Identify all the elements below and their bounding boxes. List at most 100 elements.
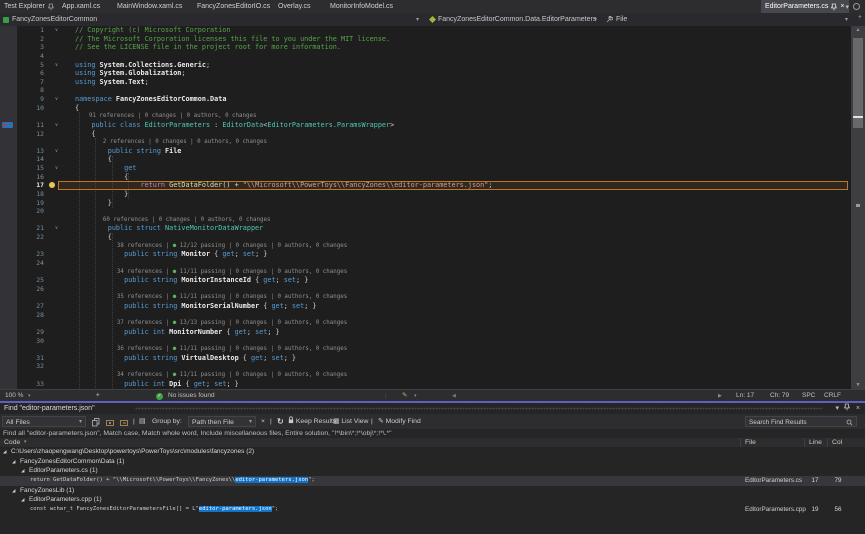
- type-dropdown-label: FancyZonesEditorCommon.Data.EditorParame…: [438, 16, 596, 23]
- column-divider[interactable]: [804, 438, 805, 447]
- code-editor[interactable]: 1∨// Copyright (c) Microsoft Corporation…: [0, 26, 851, 389]
- window-position-chevron-icon[interactable]: ▾: [835, 403, 839, 414]
- column-line[interactable]: Line: [809, 438, 822, 447]
- tab-editorparameters-cs[interactable]: EditorParameters.cs ×: [761, 0, 849, 13]
- tab-fancyzoneseditorio-cs[interactable]: FancyZonesEditorIO.cs: [193, 0, 274, 13]
- scroll-down-icon[interactable]: ▼: [851, 382, 865, 388]
- line-number: 15: [0, 164, 44, 173]
- list-view-button[interactable]: ▦ List View: [333, 416, 368, 427]
- code-text: // See the LICENSE file in the project r…: [75, 43, 341, 52]
- chevron-down-icon[interactable]: ▾: [24, 438, 27, 447]
- codelens-row: 2 references | 0 changes | 0 authors, 0 …: [0, 138, 851, 147]
- tab-options-icon[interactable]: [853, 0, 860, 13]
- tree-expander-icon[interactable]: ◢: [21, 495, 24, 505]
- line-number: 5: [0, 61, 44, 70]
- column-col[interactable]: Col: [832, 438, 842, 447]
- codelens-row: 35 references | ● 11/11 passing | 0 chan…: [0, 293, 851, 302]
- fold-chevron-icon[interactable]: ∨: [55, 147, 58, 156]
- tab-app-xaml-cs[interactable]: App.xaml.cs: [58, 0, 104, 13]
- group-by-dropdown[interactable]: Path then File▾: [188, 416, 256, 427]
- code-line: 28: [0, 311, 851, 320]
- tab-test-explorer[interactable]: Test Explorer: [0, 0, 58, 13]
- find-group-row[interactable]: ◢FancyZonesEditorCommon\Data (1): [0, 457, 865, 467]
- column-divider[interactable]: [827, 438, 828, 447]
- fold-chevron-icon[interactable]: ∨: [55, 121, 58, 130]
- expand-all-icon[interactable]: [106, 416, 115, 427]
- search-find-results-input[interactable]: Search Find Results: [745, 416, 857, 427]
- code-line: 22 {: [0, 233, 851, 242]
- find-result-col: 79: [829, 476, 847, 486]
- margin-annotation-icon[interactable]: [2, 122, 13, 129]
- titlebar-grip[interactable]: [135, 407, 823, 410]
- tree-expander-icon[interactable]: ◢: [3, 447, 6, 457]
- code-text: using System.Text;: [75, 78, 149, 87]
- find-results-header: Code ▾ File Line Col: [0, 438, 865, 447]
- pin-icon[interactable]: [48, 3, 54, 11]
- tab-mainwindow-xaml-cs[interactable]: MainWindow.xaml.cs: [113, 0, 186, 13]
- member-dropdown[interactable]: File: [606, 13, 627, 26]
- lightbulb-icon[interactable]: [49, 182, 55, 188]
- copy-results-icon[interactable]: [92, 416, 100, 427]
- close-icon[interactable]: ×: [856, 403, 860, 414]
- scroll-up-icon[interactable]: ▲: [851, 27, 865, 33]
- find-group-row[interactable]: ◢ EditorParameters.cs (1): [0, 466, 865, 476]
- close-icon[interactable]: ×: [840, 3, 844, 10]
- column-code[interactable]: Code: [4, 438, 20, 447]
- column-file[interactable]: File: [745, 438, 756, 447]
- find-group-label: EditorParameters.cs (1): [29, 466, 98, 476]
- find-results-panel: Find "editor-parameters.json" ▾ × All Fi…: [0, 403, 865, 534]
- tab-monitorinfomodel-cs[interactable]: MonitorInfoModel.cs: [326, 0, 397, 13]
- code-text: {: [75, 130, 95, 139]
- codelens-row: 37 references | ● 13/13 passing | 0 chan…: [0, 319, 851, 328]
- tree-expander-icon[interactable]: ◢: [21, 466, 24, 476]
- keep-results-button[interactable]: Keep Results: [288, 416, 336, 427]
- find-group-row[interactable]: ◢C:\Users\zhaopengwang\Desktop\powertoys…: [0, 447, 865, 457]
- collapse-all-icon[interactable]: [120, 416, 129, 427]
- find-result-row[interactable]: return GetDataFolder() + "\\Microsoft\\P…: [0, 476, 865, 486]
- tree-expander-icon[interactable]: ◢: [12, 486, 15, 496]
- tab-list-chevron-icon[interactable]: ▾: [845, 0, 849, 13]
- line-number: 29: [0, 328, 44, 337]
- no-issues-check-icon[interactable]: ✓: [156, 393, 163, 400]
- pin-icon[interactable]: [844, 403, 850, 411]
- fold-chevron-icon[interactable]: ∨: [55, 95, 58, 104]
- scrollbar-thumb[interactable]: [853, 38, 863, 128]
- refresh-search-icon[interactable]: ↻: [277, 416, 284, 427]
- find-panel-titlebar[interactable]: Find "editor-parameters.json" ▾ ×: [0, 403, 865, 414]
- project-dropdown[interactable]: FancyZonesEditorCommon: [3, 13, 97, 26]
- codelens-text: 35 references | ● 11/11 passing | 0 chan…: [75, 293, 347, 302]
- code-line: 13∨ public string File: [0, 147, 851, 156]
- codelens-text: 34 references | ● 11/11 passing | 0 chan…: [75, 371, 347, 380]
- stop-search-icon[interactable]: ×: [261, 416, 265, 427]
- pin-icon[interactable]: [831, 3, 837, 11]
- find-result-row[interactable]: const wchar_t FancyZonesEditorParameters…: [0, 505, 865, 515]
- code-line: 19 }: [0, 199, 851, 208]
- codelens-text: 60 references | 0 changes | 0 authors, 0…: [75, 216, 270, 225]
- fold-chevron-icon[interactable]: ∨: [55, 61, 58, 70]
- line-number: 9: [0, 95, 44, 104]
- tab-label: FancyZonesEditorIO.cs: [197, 3, 270, 10]
- chevron-down-icon[interactable]: ▾: [845, 13, 848, 26]
- preserve-layout-icon[interactable]: ▤: [139, 416, 145, 427]
- tab-overlay-cs[interactable]: Overlay.cs: [274, 0, 315, 13]
- codelens-text: 38 references | ● 12/12 passing | 0 chan…: [75, 242, 347, 251]
- code-text: public string MonitorInstanceId { get; s…: [75, 276, 308, 285]
- chevron-down-icon[interactable]: ▾: [594, 13, 597, 26]
- find-results-tree: ◢C:\Users\zhaopengwang\Desktop\powertoys…: [0, 447, 865, 534]
- type-dropdown[interactable]: FancyZonesEditorCommon.Data.EditorParame…: [430, 13, 596, 26]
- tree-expander-icon[interactable]: ◢: [12, 457, 15, 467]
- fold-chevron-icon[interactable]: ∨: [55, 224, 58, 233]
- modify-find-button[interactable]: ✎ Modify Find: [378, 416, 421, 427]
- split-editor-handle[interactable]: +: [858, 14, 862, 21]
- editor-vertical-scrollbar[interactable]: ▲ ▼: [851, 26, 865, 389]
- scope-dropdown[interactable]: All Files▾: [2, 416, 86, 427]
- find-group-row[interactable]: ◢FancyZonesLib (1): [0, 486, 865, 496]
- find-group-row[interactable]: ◢EditorParameters.cpp (1): [0, 495, 865, 505]
- line-number: 24: [0, 259, 44, 268]
- column-divider[interactable]: [740, 438, 741, 447]
- fold-chevron-icon[interactable]: ∨: [55, 164, 58, 173]
- chevron-down-icon[interactable]: ▾: [416, 13, 419, 26]
- line-number: 25: [0, 276, 44, 285]
- line-number: 28: [0, 311, 44, 320]
- fold-chevron-icon[interactable]: ∨: [55, 26, 58, 35]
